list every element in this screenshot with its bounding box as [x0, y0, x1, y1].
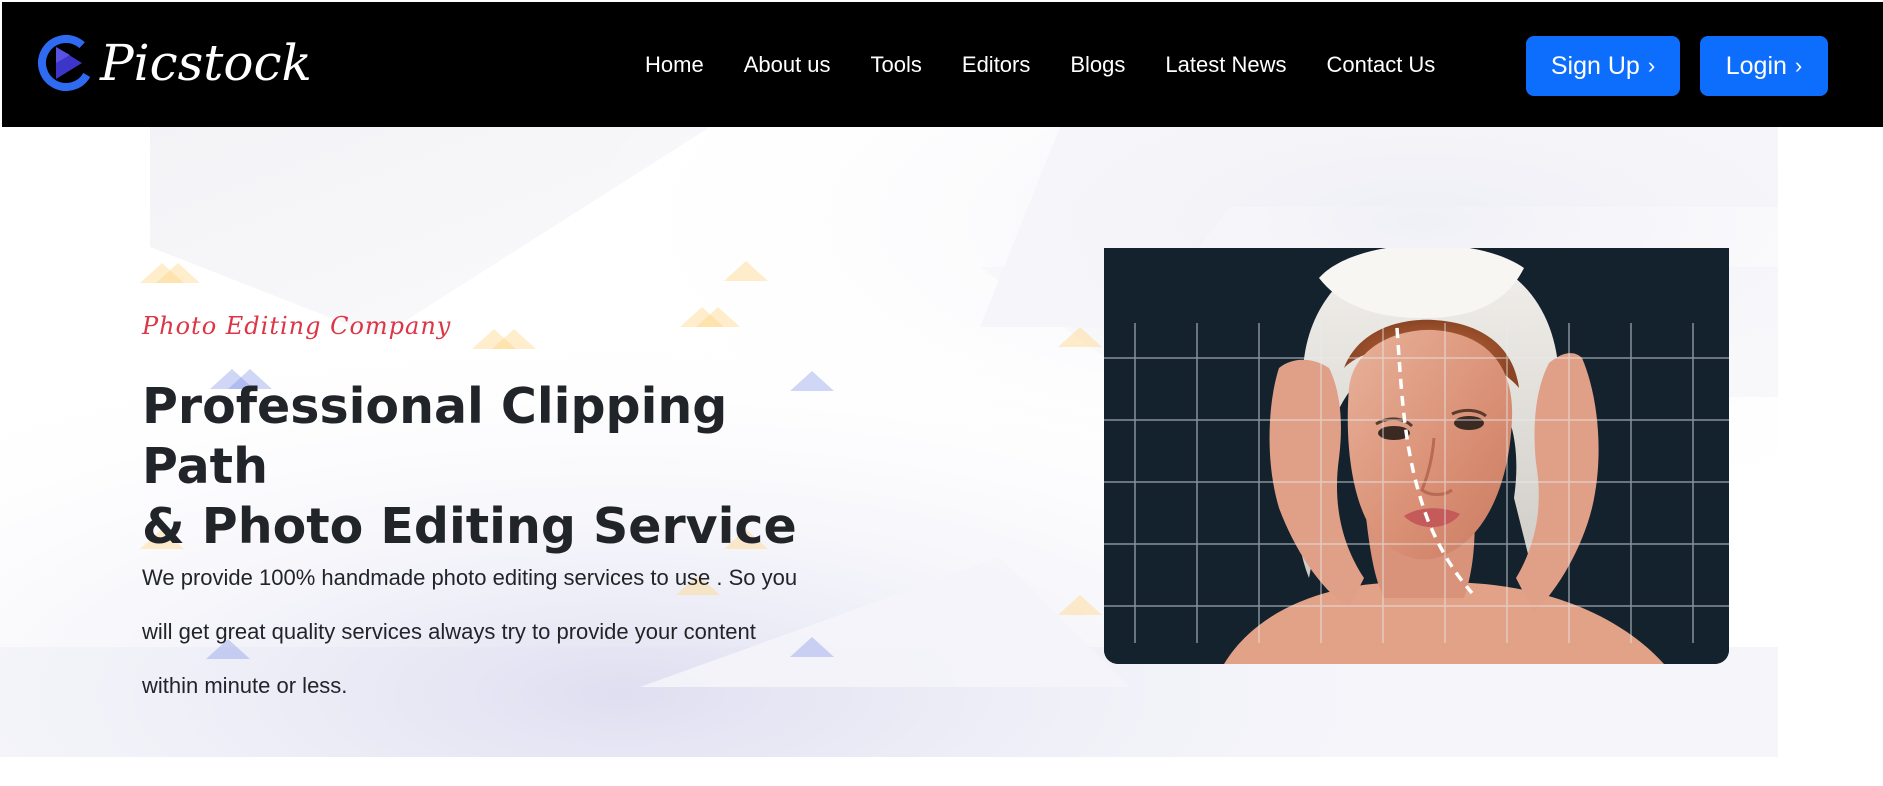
top-navbar: Picstock Home About us Tools Editors Blo…: [2, 2, 1883, 127]
nav-link-contact-us[interactable]: Contact Us: [1326, 52, 1435, 78]
chevron-right-icon: ›: [1647, 53, 1656, 78]
chevron-right-icon: ›: [1794, 53, 1803, 78]
brand-name: Picstock: [100, 34, 312, 92]
nav-link-editors[interactable]: Editors: [962, 52, 1030, 78]
nav-link-latest-news[interactable]: Latest News: [1165, 52, 1286, 78]
hero-image: [1104, 248, 1729, 664]
decorative-triangle: [724, 261, 768, 281]
login-button[interactable]: Login ›: [1700, 36, 1828, 96]
woman-with-towel-photo: [1104, 248, 1729, 664]
login-label: Login: [1725, 51, 1787, 80]
hero-eyebrow: Photo Editing Company: [142, 312, 452, 340]
decorative-triangle: [1058, 595, 1102, 615]
nav-link-tools[interactable]: Tools: [871, 52, 922, 78]
brand-logo[interactable]: Picstock: [36, 28, 312, 98]
hero-section: Photo Editing Company Professional Clipp…: [0, 127, 1883, 757]
decorative-triangle: [696, 307, 740, 327]
hero-title-line-2: & Photo Editing Service: [142, 498, 797, 555]
main-nav: Home About us Tools Editors Blogs Latest…: [645, 52, 1475, 78]
decorative-triangle: [156, 263, 200, 283]
sign-up-button[interactable]: Sign Up ›: [1526, 36, 1680, 96]
decorative-triangle: [492, 329, 536, 349]
hero-description: We provide 100% handmade photo editing s…: [142, 565, 798, 698]
sign-up-label: Sign Up: [1550, 51, 1640, 80]
nav-link-blogs[interactable]: Blogs: [1070, 52, 1125, 78]
hero-title: Professional Clipping Path & Photo Editi…: [142, 377, 862, 557]
hero-title-line-1: Professional Clipping Path: [142, 378, 728, 495]
decorative-triangle: [1058, 327, 1102, 347]
play-circle-logo-icon: [38, 35, 94, 91]
nav-link-home[interactable]: Home: [645, 52, 704, 78]
nav-link-about-us[interactable]: About us: [744, 52, 831, 78]
